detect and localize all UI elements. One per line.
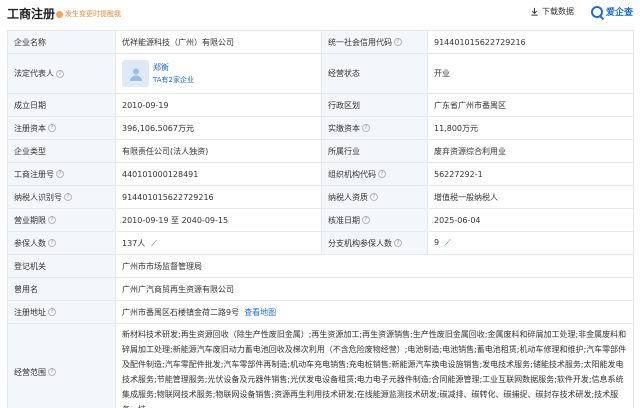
label-taxpayer-id: 纳税人识别号? [7,185,116,209]
section-header: 工商注册 发生变更时提醒我 下载数据 爱企查 [0,0,640,26]
org-code: 56227292-1 [427,162,634,186]
label-registered-capital: 注册资本? [7,116,116,140]
brand-icon [591,5,603,18]
registration-authority: 广州市市场监督管理局 [115,254,634,278]
label-industry: 所属行业 [321,139,428,163]
help-icon[interactable]: ? [64,193,72,201]
taxpayer-id: 91440101562272921​6 [115,185,322,209]
help-icon[interactable]: ? [362,124,370,132]
help-icon[interactable]: ? [56,69,64,78]
label-business-term: 营业期限? [7,208,116,232]
company-type: 有限责任公司(法人独资) [115,139,322,163]
table-row: 参保人数? 137人 ⟋ 分支机构参保人数? 9 ⟋ [7,231,634,255]
table-row: 登记机关 广州市市场监督管理局 [7,254,634,278]
person-icon [129,68,142,81]
legal-rep-name[interactable]: 郑衡 [153,62,194,73]
table-row: 企业名称 优祥能源科技（广州）有限公司 统一社会信用代码? 9144010156… [7,30,634,54]
table-row: 经营范围? 新材料技术研发;再生资源回收（除生产性废旧金属）;再生资源加工;再生… [7,323,634,408]
taxpayer-type: 增值税一般纳税人 [427,185,634,209]
download-label: 下载数据 [542,7,574,16]
established-date: 2010-09-19 [115,93,322,117]
label-registration-authority: 登记机关 [7,254,116,278]
region-value: 广东省广州市番禺区 [427,93,634,117]
former-name: 广州广汽商贸再生资源有限公司 [115,277,634,301]
change-alert-link[interactable]: 发生变更时提醒我 [56,9,121,19]
label-insured: 参保人数? [7,231,116,255]
help-icon[interactable]: ? [362,216,370,224]
table-row: 注册资本? 396,106.5067万元 实缴资本? 11,800万元 [7,116,634,140]
registered-capital: 396,106.5067万元 [115,116,322,140]
help-icon[interactable]: ? [48,308,56,316]
label-former-name: 曾用名 [7,277,116,301]
help-icon[interactable]: ? [48,124,56,132]
label-address: 注册地址? [7,300,116,324]
bell-icon [56,10,63,18]
help-icon[interactable]: ? [48,239,56,247]
table-row: 营业期限? 2010-09-19 至 2040-09-15 核准日期? 2025… [7,208,634,232]
label-paid-capital: 实缴资本? [321,116,428,140]
download-button[interactable]: 下载数据 [530,6,574,17]
label-established: 成立日期 [7,93,116,117]
credit-code: 91440101562272921​6 [427,30,634,54]
help-icon[interactable]: ? [394,239,402,247]
label-legal-rep: 法定代表人? [7,53,116,94]
insured-count-cell: 137人 ⟋ [115,231,322,255]
branch-insured-cell: 9 ⟋ [427,231,634,255]
help-icon[interactable]: ? [370,193,378,201]
table-row: 工商注册号? 440101000128491 组织机构代码? 56227292-… [7,162,634,186]
legal-rep-companies-link[interactable]: TA有2家企业 [153,75,194,85]
label-taxpayer-type: 纳税人资质? [321,185,428,209]
download-icon [531,7,538,16]
address-cell: 广州市番禺区石楼镇金荷二路9号 查看地图 [115,300,634,324]
label-business-scope: 经营范围? [7,323,116,408]
trend-chart-icon[interactable]: ⟋ [445,238,451,247]
change-alert-label: 发生变更时提醒我 [65,10,121,18]
label-region: 行政区划 [321,93,428,117]
table-row: 纳税人识别号? 91440101562272921​6 纳税人资质? 增值税一般… [7,185,634,209]
section-title: 工商注册 [7,7,56,21]
label-reg-number: 工商注册号? [7,162,116,186]
label-company-name: 企业名称 [7,30,116,54]
help-icon[interactable]: ? [48,216,56,224]
label-branch-insured: 分支机构参保人数? [321,231,428,255]
help-icon[interactable]: ? [48,368,56,376]
trend-chart-icon[interactable]: ⟋ [151,239,157,248]
business-term: 2010-09-19 至 2040-09-15 [115,208,322,232]
address-value: 广州市番禺区石楼镇金荷二路9号 [122,307,240,317]
paid-capital: 11,800万元 [427,116,634,140]
table-row: 注册地址? 广州市番禺区石楼镇金荷二路9号 查看地图 [7,300,634,324]
brand-name: 爱企查 [606,8,634,18]
label-approval-date: 核准日期? [321,208,428,232]
table-row: 法定代表人? 郑衡 TA有2家企业 经营状态 开业 [7,53,634,94]
insured-count: 137人 [122,238,146,248]
help-icon[interactable]: ? [56,170,64,178]
avatar[interactable] [122,60,149,87]
branch-insured-count: 9 [434,238,440,247]
label-credit-code: 统一社会信用代码? [321,30,428,54]
reg-number: 440101000128491 [115,162,322,186]
registration-table: 企业名称 优祥能源科技（广州）有限公司 统一社会信用代码? 9144010156… [7,30,634,408]
help-icon[interactable]: ? [394,38,402,46]
label-company-type: 企业类型 [7,139,116,163]
company-name: 优祥能源科技（广州）有限公司 [115,30,322,54]
approval-date: 2025-06-04 [427,208,634,232]
business-scope: 新材料技术研发;再生资源回收（除生产性废旧金属）;再生资源加工;再生资源销售;生… [115,323,634,408]
table-row: 成立日期 2010-09-19 行政区划 广东省广州市番禺区 [7,93,634,117]
table-row: 企业类型 有限责任公司(法人独资) 所属行业 废弃资源综合利用业 [7,139,634,163]
legal-rep-cell: 郑衡 TA有2家企业 [115,53,322,94]
view-map-link[interactable]: 查看地图 [244,308,276,317]
help-icon[interactable]: ? [378,170,386,178]
table-row: 曾用名 广州广汽商贸再生资源有限公司 [7,277,634,301]
status-value: 开业 [427,53,634,94]
label-org-code: 组织机构代码? [321,162,428,186]
industry-value: 废弃资源综合利用业 [427,139,634,163]
label-status: 经营状态 [321,53,428,94]
brand-logo: 爱企查 [591,5,633,18]
